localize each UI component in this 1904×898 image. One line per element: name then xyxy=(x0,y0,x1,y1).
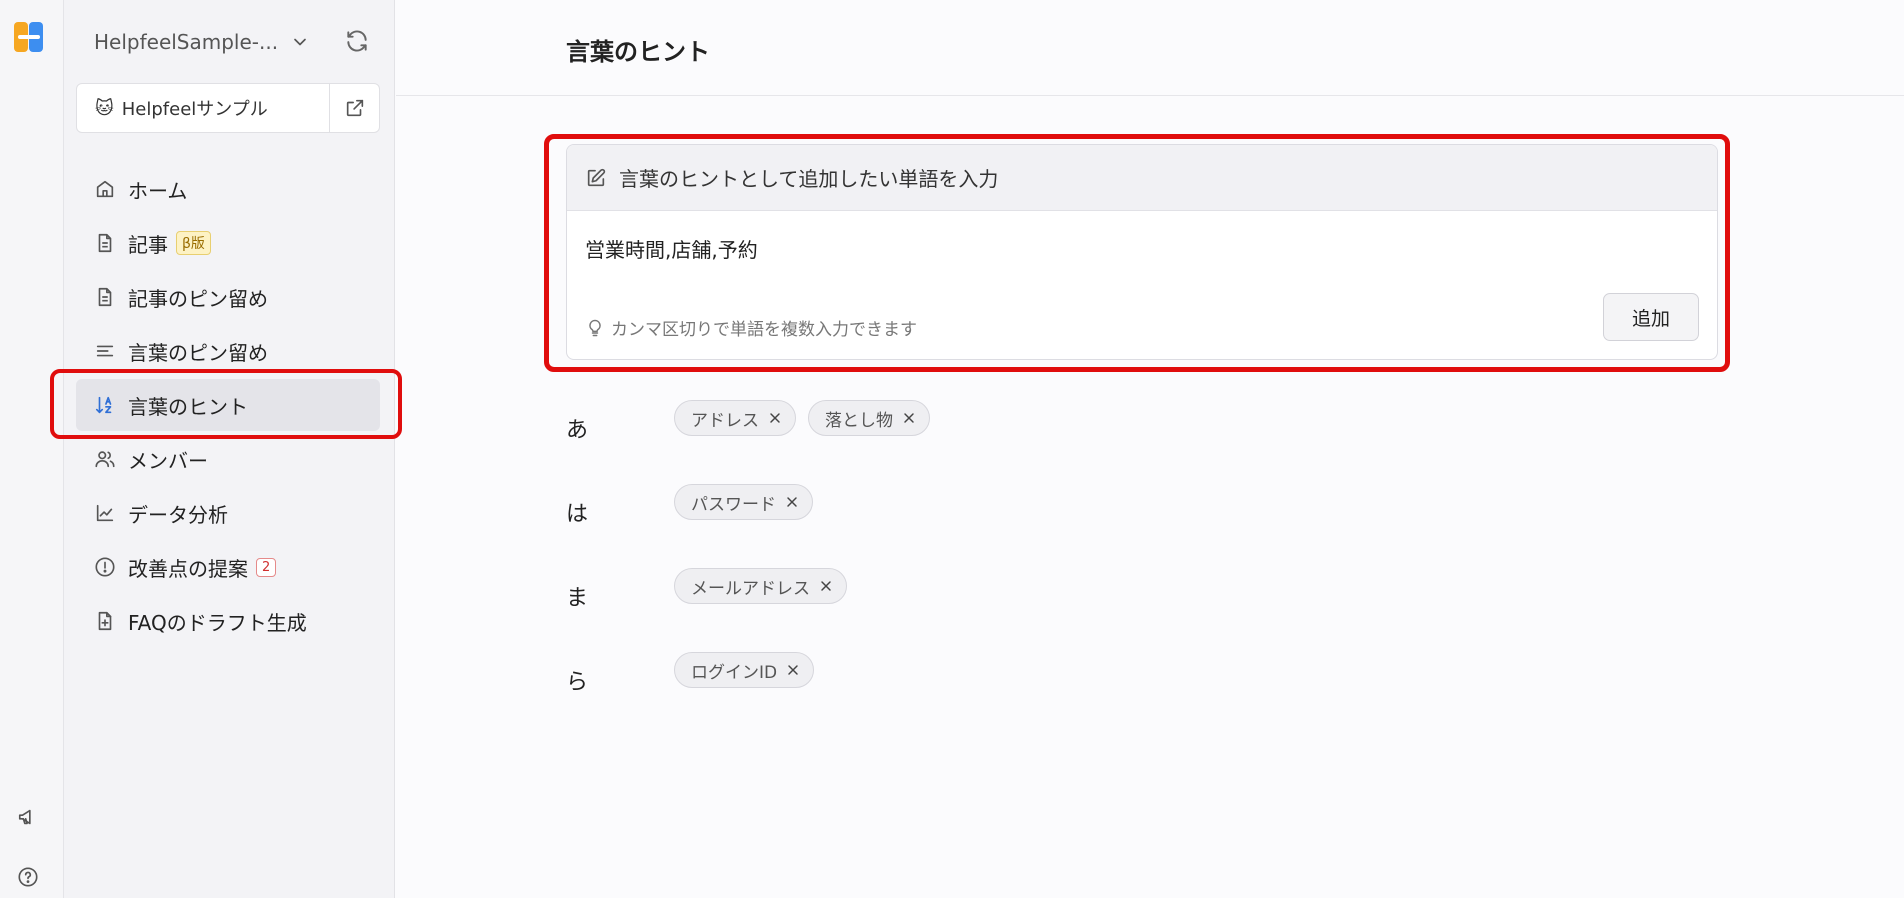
close-icon[interactable] xyxy=(785,662,801,678)
workspace-name: HelpfeelSample-... xyxy=(94,30,279,54)
sidebar-item-label: ホーム xyxy=(128,178,188,203)
sidebar-item-home[interactable]: ホーム xyxy=(76,163,380,215)
word-tag-label: パスワード xyxy=(691,494,776,515)
helpfeel-logo-icon[interactable] xyxy=(14,22,44,52)
edit-icon xyxy=(585,167,607,189)
close-icon[interactable] xyxy=(784,494,800,510)
sidebar-item-label: 言葉のヒント xyxy=(128,394,248,419)
sort-az-icon xyxy=(94,394,116,416)
sidebar-item-analytics[interactable]: データ分析 xyxy=(76,487,380,539)
word-tag: アドレス xyxy=(674,400,796,436)
lines-icon xyxy=(94,340,116,362)
sidebar-item-label: 記事 xyxy=(128,232,168,257)
add-button[interactable]: 追加 xyxy=(1603,293,1699,341)
sidebar-item-label: 改善点の提案 xyxy=(128,556,248,581)
word-tag-label: 落とし物 xyxy=(825,410,893,431)
sidebar-item-faq-draft[interactable]: FAQのドラフト生成 xyxy=(76,595,380,647)
sidebar-item-article-pins[interactable]: 記事のピン留め xyxy=(76,271,380,323)
word-tag: メールアドレス xyxy=(674,568,847,604)
input-hint-text: カンマ区切りで単語を複数入力できます xyxy=(611,320,917,340)
word-tag: 落とし物 xyxy=(808,400,930,436)
sidebar-item-word-hints[interactable]: 言葉のヒント xyxy=(76,379,380,431)
input-card-header: 言葉のヒントとして追加したい単語を入力 xyxy=(567,145,1717,211)
project-name: Helpfeelサンプル xyxy=(121,99,268,120)
page-title: 言葉のヒント xyxy=(566,38,710,66)
home-icon xyxy=(94,178,116,200)
beta-badge: β版 xyxy=(176,231,211,255)
external-link-icon[interactable] xyxy=(329,84,379,132)
group-letter: ま xyxy=(566,586,589,611)
input-hint: カンマ区切りで単語を複数入力できます xyxy=(585,315,917,340)
sidebar-item-label: データ分析 xyxy=(128,502,228,527)
close-icon[interactable] xyxy=(901,410,917,426)
group-ra: ら ログインID xyxy=(566,652,1666,736)
suggestion-count-badge: 2 xyxy=(256,557,277,577)
alert-circle-icon xyxy=(94,556,116,578)
sidebar-item-articles[interactable]: 記事 β版 xyxy=(76,217,380,269)
megaphone-icon[interactable] xyxy=(17,806,39,828)
input-card-heading: 言葉のヒントとして追加したい単語を入力 xyxy=(619,167,999,191)
chevron-down-icon xyxy=(290,32,310,52)
chart-icon xyxy=(94,502,116,524)
icon-rail xyxy=(0,0,64,898)
help-circle-icon[interactable] xyxy=(17,866,39,888)
word-tag-label: ログインID xyxy=(691,662,778,683)
refresh-icon[interactable] xyxy=(344,28,370,54)
group-ha: は パスワード xyxy=(566,484,1666,568)
document-icon xyxy=(94,232,116,254)
close-icon[interactable] xyxy=(818,578,834,594)
members-icon xyxy=(94,448,116,470)
word-tag-label: アドレス xyxy=(691,410,759,431)
word-tag: パスワード xyxy=(674,484,813,520)
lightbulb-icon xyxy=(585,318,605,338)
sidebar-item-members[interactable]: メンバー xyxy=(76,433,380,485)
word-hint-input-card: 言葉のヒントとして追加したい単語を入力 カンマ区切りで単語を複数入力できます 追… xyxy=(566,144,1718,360)
word-tag: ログインID xyxy=(674,652,815,688)
group-letter: あ xyxy=(566,418,589,443)
word-tag-label: メールアドレス xyxy=(691,578,810,599)
sidebar-item-suggestions[interactable]: 改善点の提案 2 xyxy=(76,541,380,593)
sidebar-item-word-pins[interactable]: 言葉のピン留め xyxy=(76,325,380,377)
workspace-selector[interactable]: HelpfeelSample-... xyxy=(94,28,306,56)
cat-emoji-icon: 🐱 xyxy=(95,97,114,119)
sidebar-item-label: 言葉のピン留め xyxy=(128,340,268,365)
project-selector: 🐱 Helpfeelサンプル xyxy=(76,83,380,133)
word-hint-input[interactable] xyxy=(585,231,1485,265)
group-a: あ アドレス 落とし物 xyxy=(566,400,1666,484)
word-hint-groups: あ アドレス 落とし物 は パスワード ま メールアドレス ら ログインID xyxy=(566,400,1666,736)
project-name-button[interactable]: 🐱 Helpfeelサンプル xyxy=(77,84,329,132)
close-icon[interactable] xyxy=(767,410,783,426)
group-letter: は xyxy=(566,502,589,527)
sidebar-item-label: 記事のピン留め xyxy=(128,286,268,311)
document-icon xyxy=(94,286,116,308)
sidebar-item-label: FAQのドラフト生成 xyxy=(128,610,307,635)
group-ma: ま メールアドレス xyxy=(566,568,1666,652)
sidebar-item-label: メンバー xyxy=(128,448,208,473)
page-header: 言葉のヒント xyxy=(396,0,1904,96)
file-plus-icon xyxy=(94,610,116,632)
sidebar-nav: ホーム 記事 β版 記事のピン留め 言葉のピン留め 言葉のヒント メンバー デー… xyxy=(76,163,380,649)
sidebar: HelpfeelSample-... 🐱 Helpfeelサンプル ホーム 記事… xyxy=(64,0,395,898)
group-letter: ら xyxy=(566,670,589,695)
